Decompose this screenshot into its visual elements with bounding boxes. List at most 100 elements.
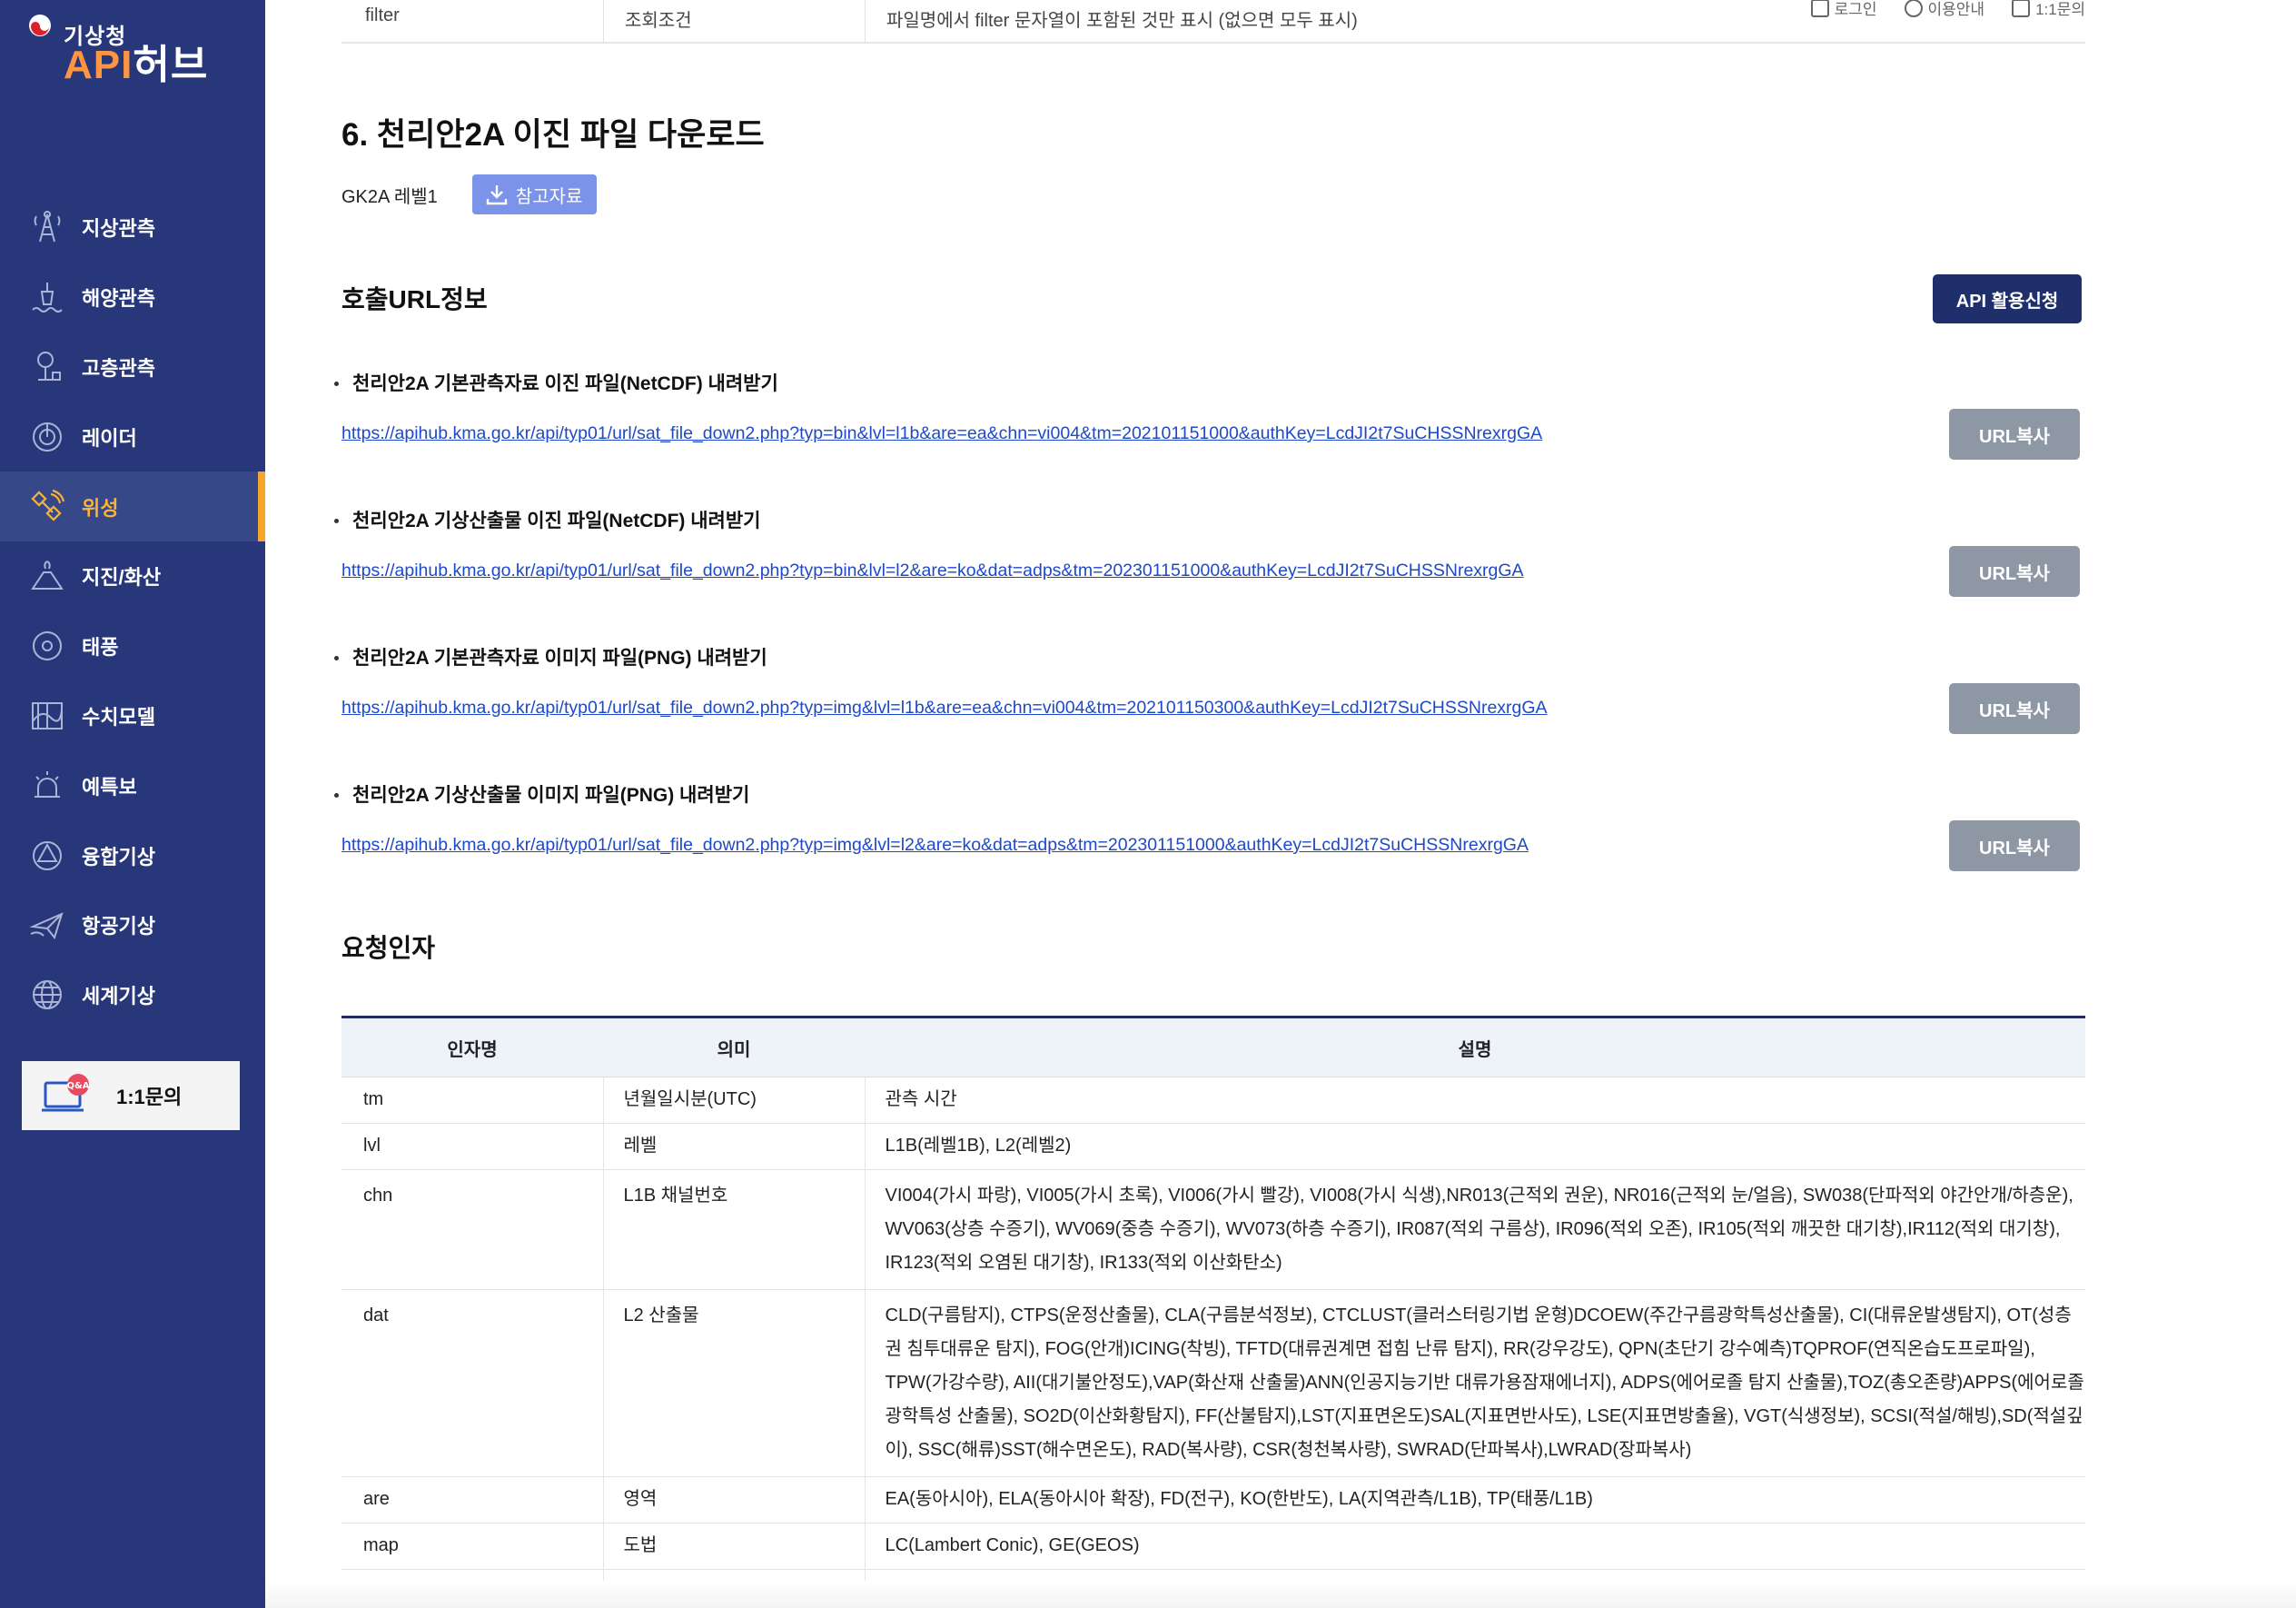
api-url-link[interactable]: https://apihub.kma.go.kr/api/typ01/url/s… [341, 423, 1542, 444]
sidebar-item-label: 수치모델 [82, 705, 155, 729]
prev-row-description: 파일명에서 filter 문자열이 포함된 것만 표시 (없으면 모두 표시) [886, 11, 1358, 31]
param-name: lvl [341, 1123, 604, 1170]
tower-icon [27, 207, 67, 247]
sidebar-item-aviation[interactable]: 항공기상 [0, 890, 265, 960]
sidebar-item-forecast[interactable]: 예특보 [0, 750, 265, 820]
copy-url-button[interactable]: URL복사 [1949, 820, 2080, 871]
header-meaning: 의미 [603, 1017, 865, 1077]
bullet [334, 793, 339, 798]
volcano-icon [27, 556, 67, 596]
copy-url-button[interactable]: URL복사 [1949, 409, 2080, 460]
table-row: are 영역 EA(동아시아), ELA(동아시아 확장), FD(전구), K… [341, 1476, 2085, 1524]
balloon-icon [27, 347, 67, 387]
sidebar-item-label: 지진/화산 [82, 566, 162, 590]
url-block-title: 천리안2A 기본관측자료 이진 파일(NetCDF) 내려받기 [352, 373, 778, 394]
sidebar-item-ocean[interactable]: 해양관측 [0, 263, 265, 333]
typhoon-icon [27, 626, 67, 666]
api-apply-button[interactable]: API 활용신청 [1933, 274, 2082, 323]
bullet [334, 519, 339, 523]
param-meaning: L1B 채널번호 [603, 1169, 866, 1290]
qna-icon: Q&A [42, 1072, 93, 1119]
param-name: chn [341, 1169, 604, 1290]
sidebar-item-nwp[interactable]: 수치모델 [0, 681, 265, 751]
table-row: tm 년월일시분(UTC) 관측 시간 [341, 1077, 2085, 1124]
param-description: L1B(레벨1B), L2(레벨2) [865, 1123, 2085, 1170]
sidebar-item-label: 항공기상 [82, 915, 155, 938]
sidebar-item-radar[interactable]: 레이더 [0, 402, 265, 471]
copy-url-button[interactable]: URL복사 [1949, 546, 2080, 597]
reference-row: GK2A 레벨1 참고자료 [341, 174, 598, 214]
table-row: lvl 레벨 L1B(레벨1B), L2(레벨2) [341, 1123, 2085, 1170]
sidebar-item-label: 해양관측 [82, 287, 155, 311]
sidebar-item-typhoon[interactable]: 태풍 [0, 611, 265, 681]
sidebar-item-label: 융합기상 [82, 845, 155, 869]
sidebar-item-ground[interactable]: 지상관측 [0, 193, 265, 263]
api-url-link[interactable]: https://apihub.kma.go.kr/api/typ01/url/s… [341, 835, 1529, 856]
url-block-title: 천리안2A 기상산출물 이진 파일(NetCDF) 내려받기 [352, 511, 761, 531]
page-bottom-edge [265, 1581, 2296, 1608]
table-header-row: 인자명 의미 설명 [341, 1017, 2085, 1077]
param-description: CLD(구름탐지), CTPS(운정산출물), CLA(구름분석정보), CTC… [865, 1289, 2085, 1477]
request-params-title: 요청인자 [341, 934, 436, 962]
api-url-link[interactable]: https://apihub.kma.go.kr/api/typ01/url/s… [341, 698, 1548, 719]
logo-title: API허브 [64, 45, 208, 85]
doc-label: GK2A 레벨1 [341, 186, 438, 207]
sidebar-item-satellite[interactable]: 위성 [0, 471, 265, 541]
param-description: LC(Lambert Conic), GE(GEOS) [865, 1523, 2085, 1570]
sidebar-item-label: 고층관측 [82, 356, 155, 380]
download-icon [486, 185, 507, 205]
satellite-icon [27, 487, 67, 527]
api-url-link[interactable]: https://apihub.kma.go.kr/api/typ01/url/s… [341, 561, 1524, 581]
kma-apihub-logo[interactable]: 기상청 API허브 [27, 13, 209, 85]
divider [865, 0, 866, 44]
sidebar-item-label: 지상관측 [82, 217, 155, 241]
reference-download-button[interactable]: 참고자료 [471, 174, 598, 214]
sidebar-item-label: 세계기상 [82, 985, 155, 1008]
globe-icon [27, 975, 67, 1015]
table-row: chn L1B 채널번호 VI004(가시 파랑), VI005(가시 초록),… [341, 1169, 2085, 1290]
model-icon [27, 696, 67, 736]
qna-button[interactable]: Q&A 1:1문의 [22, 1061, 240, 1130]
sidebar-item-label: 예특보 [82, 775, 137, 799]
table-row: map 도법 LC(Lambert Conic), GE(GEOS) [341, 1523, 2085, 1570]
sidebar: 기상청 API허브 지상관측 해양관측 고층관측 레이더 위성 지진/화산 태풍… [0, 0, 265, 1608]
request-params-table: 인자명 의미 설명 tm 년월일시분(UTC) 관측 시간 lvl 레벨 L1B… [341, 1016, 2085, 1608]
param-name: are [341, 1476, 604, 1524]
sidebar-item-upper-air[interactable]: 고층관측 [0, 333, 265, 402]
qna-badge: Q&A [67, 1081, 90, 1091]
sidebar-item-label: 레이더 [82, 426, 137, 450]
url-block: 천리안2A 기본관측자료 이진 파일(NetCDF) 내려받기 https://… [334, 369, 2085, 505]
param-name: map [341, 1523, 604, 1570]
previous-table-row: filter 조회조건 파일명에서 filter 문자열이 포함된 것만 표시 … [341, 0, 2085, 44]
sidebar-item-world[interactable]: 세계기상 [0, 960, 265, 1030]
prev-row-param: filter [365, 5, 400, 25]
url-block-title: 천리안2A 기상산출물 이미지 파일(PNG) 내려받기 [352, 785, 750, 806]
qna-label: 1:1문의 [116, 1086, 183, 1108]
call-url-title: 호출URL정보 [341, 285, 488, 313]
logo-api: API [64, 43, 134, 87]
bullet [334, 382, 339, 386]
sidebar-nav: 지상관측 해양관측 고층관측 레이더 위성 지진/화산 태풍 수치모델 예특보 … [0, 193, 265, 1030]
param-meaning: 레벨 [603, 1123, 866, 1170]
copy-url-button[interactable]: URL복사 [1949, 683, 2080, 734]
url-block: 천리안2A 기상산출물 이진 파일(NetCDF) 내려받기 https://a… [334, 506, 2085, 642]
param-name: tm [341, 1077, 604, 1124]
header-description: 설명 [865, 1017, 2085, 1077]
param-meaning: 영역 [603, 1476, 866, 1524]
section-title: 6. 천리안2A 이진 파일 다운로드 [341, 117, 765, 153]
param-description: 관측 시간 [865, 1077, 2085, 1124]
sidebar-item-fusion[interactable]: 융합기상 [0, 820, 265, 890]
fusion-icon [27, 836, 67, 876]
table-row: dat L2 산출물 CLD(구름탐지), CTPS(운정산출물), CLA(구… [341, 1289, 2085, 1477]
logo-hub: 허브 [133, 43, 209, 87]
divider [603, 0, 604, 44]
header-param: 인자명 [341, 1017, 603, 1077]
sidebar-item-label: 위성 [82, 496, 119, 520]
kma-logo-icon [29, 15, 51, 36]
param-name: dat [341, 1289, 604, 1477]
buoy-icon [27, 277, 67, 317]
bullet [334, 656, 339, 660]
url-block: 천리안2A 기본관측자료 이미지 파일(PNG) 내려받기 https://ap… [334, 643, 2085, 779]
param-meaning: 년월일시분(UTC) [603, 1077, 866, 1124]
sidebar-item-earthquake[interactable]: 지진/화산 [0, 541, 265, 611]
